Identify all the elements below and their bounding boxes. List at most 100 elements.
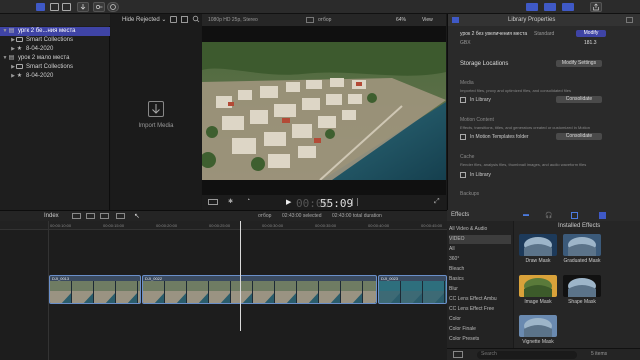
keywords-button[interactable] — [93, 2, 105, 12]
folder-icon — [16, 36, 23, 42]
effects-category[interactable]: Color Finale — [449, 325, 511, 334]
clip-appearance-icon[interactable] — [170, 16, 177, 23]
arrow-down-icon — [152, 104, 160, 114]
library-item[interactable]: ▶ ★ 8-04-2020 — [0, 72, 110, 81]
modify-button[interactable]: Modify — [576, 30, 606, 37]
library-item[interactable]: ▶ Smart Collections — [0, 36, 110, 45]
import-media-label: Import Media — [138, 123, 174, 129]
inspector-title: Library Properties — [508, 17, 556, 23]
library-item[interactable]: ▶ Smart Collections — [0, 63, 110, 72]
library-item[interactable]: ▶ ★ 8-04-2020 — [0, 45, 110, 54]
effect-thumbnail[interactable] — [563, 234, 601, 256]
viewer-header: 1080p HD 25p, Stereo отбор 64% View — [202, 14, 446, 26]
timeline-project: отбор — [258, 213, 272, 219]
play-icon[interactable]: ▶ — [286, 198, 291, 206]
enhance-icon[interactable]: ✱ — [228, 198, 233, 205]
sidebar-toggle-icon[interactable] — [453, 351, 463, 358]
clip-label: DJI_0013 — [52, 276, 70, 281]
filter-dropdown[interactable]: Hide Rejected ⌄ — [122, 16, 166, 23]
effects-search-input[interactable]: Search — [477, 351, 577, 359]
library-name: урок 2 без увеличения места — [460, 31, 528, 37]
append-clip-icon[interactable] — [72, 213, 81, 219]
timeline-clip[interactable]: DJI_0013 — [49, 275, 141, 304]
consolidate-media-button[interactable]: Consolidate — [556, 96, 602, 103]
effect-name: Draw Mask — [525, 258, 551, 264]
effect-thumbnail[interactable] — [519, 234, 557, 256]
inspector-toggle-icon[interactable] — [562, 3, 574, 11]
ruler-tick-label: 00:00:35:00 — [315, 223, 337, 228]
media-desc: Imported files, proxy and optimized file… — [460, 88, 571, 93]
library-item[interactable]: ▼▤ урок 2 мало места — [0, 54, 110, 63]
effect-thumbnail[interactable] — [563, 275, 601, 297]
effects-category[interactable]: 360° — [449, 255, 511, 264]
index-button[interactable]: Index — [44, 213, 59, 219]
modify-settings-button[interactable]: Modify Settings — [556, 60, 602, 67]
timeline-clip[interactable]: DJI_0023 — [378, 275, 447, 304]
effect-thumbnail[interactable] — [519, 275, 557, 297]
import-media-button[interactable] — [148, 101, 164, 117]
audio-icon[interactable]: 🎧 — [545, 212, 552, 219]
transform-icon[interactable] — [208, 199, 218, 205]
search-icon[interactable] — [192, 15, 200, 23]
browser-toggle-icon[interactable] — [526, 3, 538, 11]
library-browser-icon[interactable] — [36, 3, 45, 11]
effects-category[interactable]: CC Lens Effect Ambu — [449, 295, 511, 304]
list-view-icon[interactable] — [181, 16, 188, 23]
photos-icon[interactable] — [50, 3, 59, 11]
effects-heading: Effects — [451, 212, 470, 218]
transitions-icon[interactable] — [571, 212, 578, 219]
effects-category[interactable]: Bleach — [449, 265, 511, 274]
import-button[interactable] — [77, 2, 89, 12]
library-icon: ▤ — [8, 28, 15, 34]
timeline-selection: 02:43:00 selected — [282, 213, 322, 219]
library-icon: ▤ — [8, 55, 15, 61]
titles-icon[interactable] — [62, 3, 71, 11]
library-item-label: Smart Collections — [26, 37, 74, 43]
effect-thumbnail[interactable] — [519, 315, 557, 337]
effects-tab-icon[interactable]: ▬ — [523, 212, 529, 218]
search-placeholder: Search — [481, 351, 497, 357]
installed-effects-label[interactable]: Installed Effects — [558, 223, 600, 229]
effects-category[interactable]: Basics — [449, 275, 511, 284]
insert-clip-icon[interactable] — [86, 213, 95, 219]
effects-category[interactable]: CC Lens Effect Free — [449, 305, 511, 314]
library-item[interactable]: ▼▤ ургк 2 бе...ния места — [0, 27, 110, 36]
check-circle-icon — [110, 4, 116, 10]
effects-category[interactable]: VIDEO — [449, 235, 511, 244]
viewer-controls: ✱ ◔ ▶ 00:00 55:09 ⤢ — [202, 195, 446, 210]
download-icon — [80, 4, 86, 10]
overwrite-clip-icon[interactable] — [100, 213, 109, 219]
zoom-dropdown[interactable]: 64% — [396, 17, 406, 23]
gbx-label: GBX — [460, 40, 471, 46]
effects-category[interactable]: All Video & Audio — [449, 225, 511, 234]
effect-preview — [568, 278, 596, 297]
timeline-toggle-icon[interactable] — [544, 3, 556, 11]
clip-filmstrip — [143, 281, 376, 303]
effects-category[interactable]: Color Presets — [449, 335, 511, 344]
effects-category[interactable]: Blur — [449, 285, 511, 294]
select-tool-icon[interactable] — [116, 213, 125, 219]
speed-icon[interactable]: ◔ — [246, 197, 250, 204]
background-tasks-button[interactable] — [107, 2, 119, 12]
effect-preview — [568, 237, 596, 256]
effects-header: Effects ▬ 🎧 — [447, 210, 640, 221]
cursor-icon[interactable]: ↖ — [134, 212, 140, 220]
effects-category[interactable]: All — [449, 245, 511, 254]
effect-name: Graduated Mask — [563, 258, 601, 264]
timeline-clip[interactable]: DJI_0022 — [142, 275, 377, 304]
info-icon[interactable] — [626, 17, 633, 23]
titles-browser-icon[interactable] — [599, 212, 606, 219]
playhead[interactable] — [240, 221, 241, 331]
fullscreen-icon[interactable]: ⤢ — [434, 198, 440, 206]
consolidate-motion-button[interactable]: Consolidate — [556, 133, 602, 140]
event-icon: ★ — [16, 73, 23, 79]
ruler-tick-label: 00:00:15:00 — [103, 223, 125, 228]
cache-desc: Render files, analysis files, thumbnail … — [460, 162, 587, 167]
effects-category[interactable]: Color — [449, 315, 511, 324]
library-item-label: 8-04-2020 — [26, 73, 54, 79]
ruler-tick-label: 00:00:40:00 — [368, 223, 390, 228]
view-menu[interactable]: View — [422, 17, 433, 23]
ruler-tick-label: 00:00:25:00 — [209, 223, 231, 228]
share-button[interactable] — [590, 2, 602, 12]
ruler-tick-label: 00:00:30:00 — [262, 223, 284, 228]
